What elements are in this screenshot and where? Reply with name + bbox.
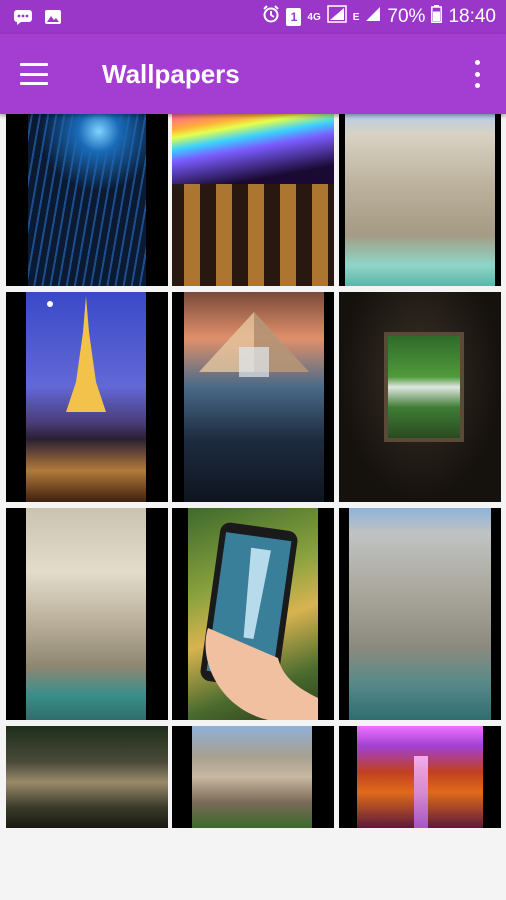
signal-icon — [327, 5, 347, 29]
battery-icon — [431, 5, 443, 29]
alarm-icon — [262, 5, 280, 29]
more-vert-icon[interactable] — [472, 60, 482, 88]
battery-percent: 70% — [387, 6, 426, 27]
network-4g-label: 4G — [307, 11, 321, 23]
wallpaper-thumb[interactable] — [6, 508, 168, 720]
clock: 18:40 — [448, 6, 496, 27]
wallpaper-thumb[interactable] — [6, 292, 168, 502]
hamburger-menu-icon[interactable] — [20, 63, 48, 85]
wallpaper-thumb[interactable] — [6, 114, 168, 286]
wallpaper-thumb[interactable] — [339, 292, 501, 502]
image-notification-icon — [42, 8, 64, 26]
status-bar: 1 4G E 70% 18:40 — [0, 0, 506, 34]
wallpaper-thumb[interactable] — [172, 508, 334, 720]
wallpaper-thumb[interactable] — [172, 726, 334, 828]
sim-icon: 1 — [286, 8, 302, 26]
wallpaper-thumb[interactable] — [6, 726, 168, 828]
app-bar: Wallpapers — [0, 34, 506, 114]
chat-notification-icon — [12, 8, 34, 26]
wallpaper-thumb[interactable] — [339, 726, 501, 828]
system-status: 1 4G E 70% 18:40 — [262, 5, 496, 29]
network-e-label: E — [352, 11, 360, 23]
wallpaper-grid — [0, 114, 506, 834]
wallpaper-thumb[interactable] — [172, 292, 334, 502]
page-title: Wallpapers — [102, 58, 240, 89]
signal-icon-2 — [365, 6, 381, 28]
wallpaper-thumb[interactable] — [339, 508, 501, 720]
wallpaper-thumb[interactable] — [172, 114, 334, 286]
wallpaper-thumb[interactable] — [339, 114, 501, 286]
notification-icons — [12, 8, 64, 26]
